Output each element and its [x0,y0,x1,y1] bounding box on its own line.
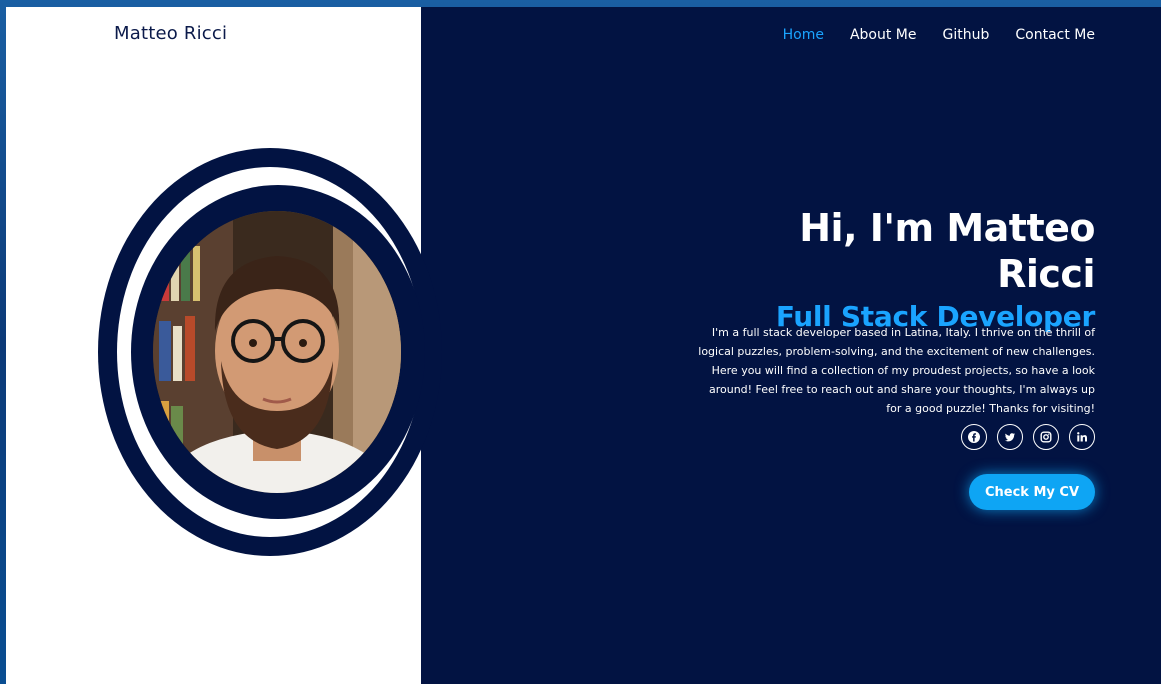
hero-text: Hi, I'm Matteo Ricci Full Stack Develope… [695,205,1096,335]
instagram-icon [1040,431,1052,443]
twitter-link[interactable] [997,424,1023,450]
nav-contact-me[interactable]: Contact Me [1015,27,1095,43]
hero-greeting: Hi, I'm Matteo Ricci [799,206,1095,296]
instagram-link[interactable] [1033,424,1059,450]
linkedin-link[interactable] [1069,424,1095,450]
facebook-link[interactable] [961,424,987,450]
nav-home[interactable]: Home [783,27,824,43]
facebook-icon [968,431,980,443]
main-nav: Home About Me Github Contact Me [783,27,1095,43]
hero-bio: I'm a full stack developer based in Lati… [698,326,1095,415]
social-links [961,424,1095,450]
check-cv-button[interactable]: Check My CV [969,474,1095,510]
nav-github[interactable]: Github [943,27,990,43]
site-brand[interactable]: Matteo Ricci [114,23,227,44]
linkedin-icon [1077,432,1087,442]
nav-about-me[interactable]: About Me [850,27,917,43]
profile-photo [153,211,401,493]
twitter-icon [1005,433,1015,442]
profile-photo-illustration [153,211,401,493]
browser-viewport: Matteo Ricci Home About Me Github Contac… [6,7,1161,684]
